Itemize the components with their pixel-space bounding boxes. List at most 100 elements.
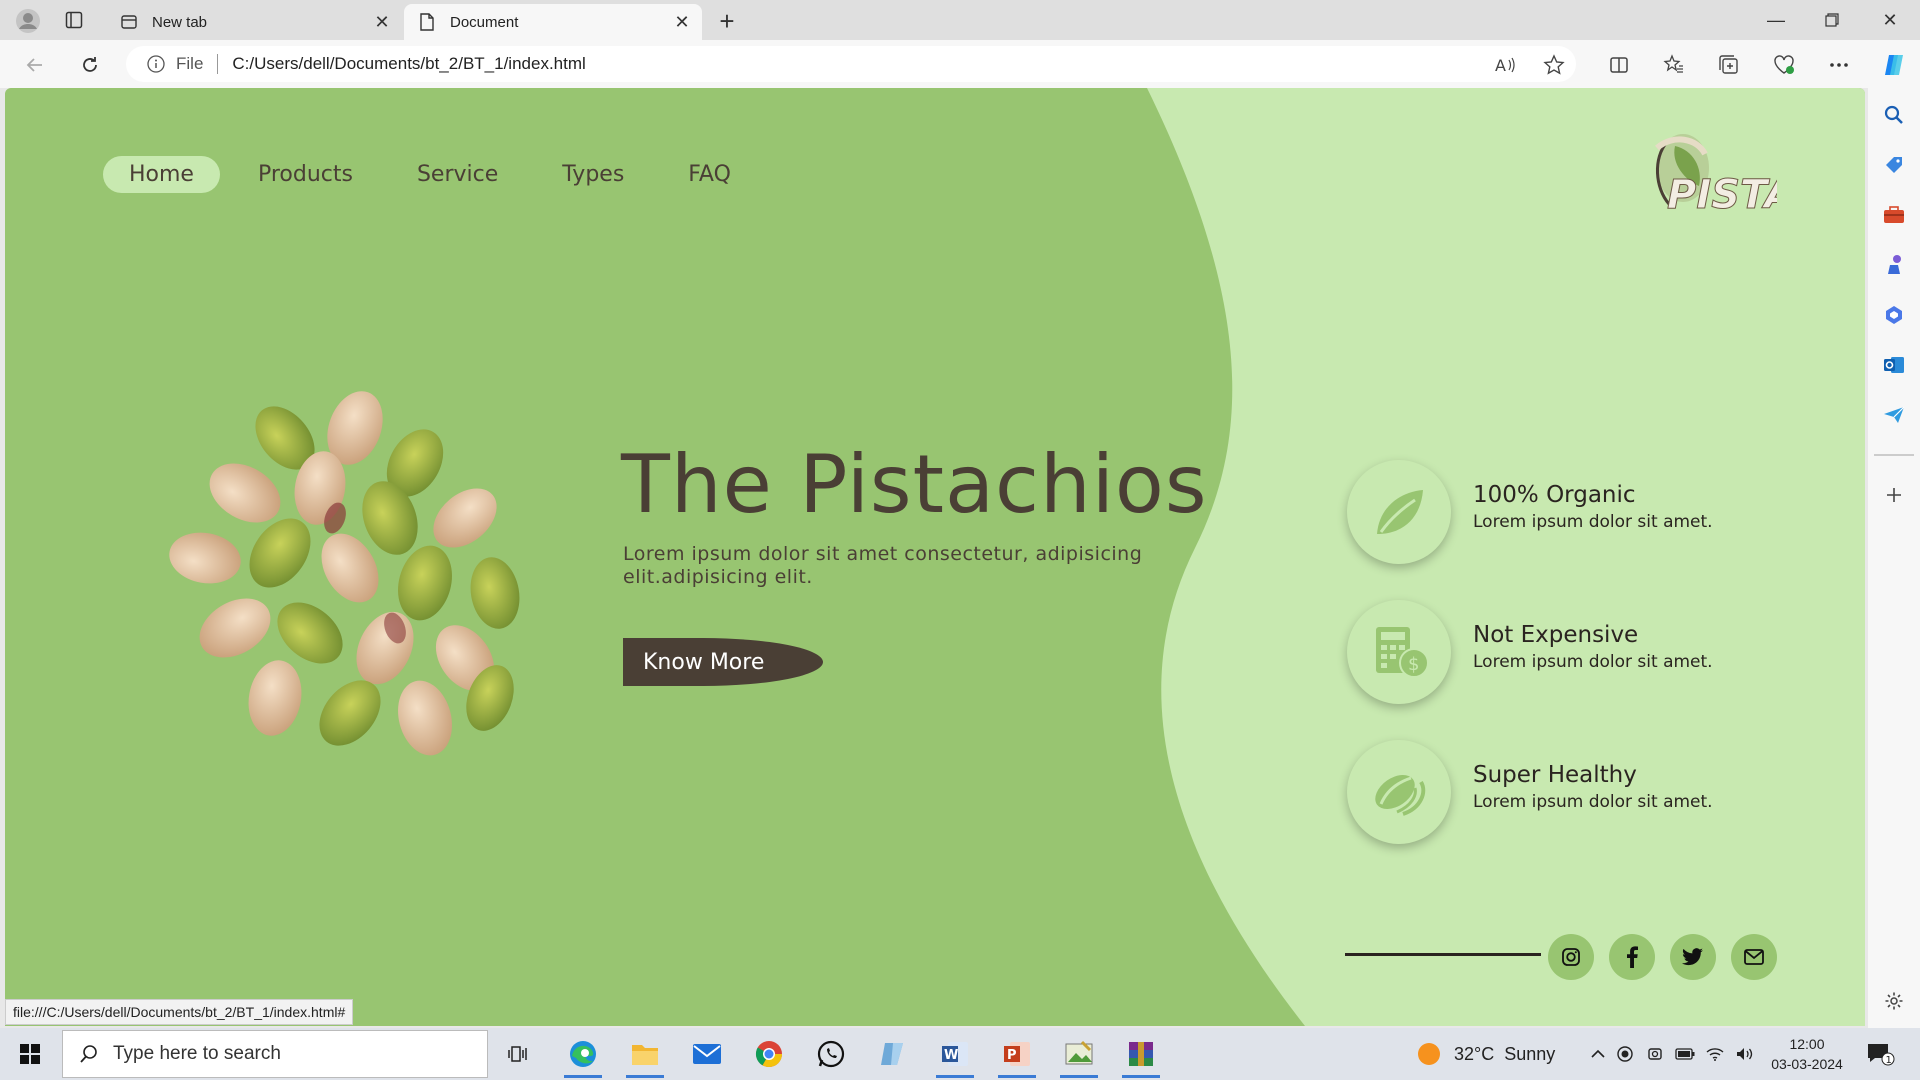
mail-app-icon[interactable] (680, 1030, 734, 1078)
svg-text:P: P (1007, 1048, 1017, 1063)
chrome-icon[interactable] (742, 1030, 796, 1078)
search-icon[interactable] (1881, 102, 1907, 128)
volume-icon[interactable] (1730, 1047, 1760, 1061)
split-screen-icon[interactable] (1604, 50, 1634, 80)
svg-text:A: A (1495, 56, 1506, 75)
browser-toolbar: File C:/Users/dell/Documents/bt_2/BT_1/i… (0, 40, 1920, 88)
nav-service[interactable]: Service (391, 156, 524, 193)
system-tray (1586, 1028, 1760, 1080)
new-tab-button[interactable]: + (712, 6, 742, 36)
more-options-icon[interactable] (1824, 50, 1854, 80)
nav-faq[interactable]: FAQ (662, 156, 757, 193)
close-window-button[interactable]: ✕ (1862, 0, 1918, 40)
tab-title: Document (450, 13, 519, 31)
tools-briefcase-icon[interactable] (1881, 202, 1907, 228)
tab-document[interactable]: Document ✕ (404, 4, 702, 40)
tab-actions-icon[interactable] (60, 8, 88, 32)
hero-title: The Pistachios (621, 438, 1208, 531)
chevron-up-icon[interactable] (1586, 1049, 1610, 1059)
edge-browser-icon[interactable] (556, 1030, 610, 1078)
send-paper-plane-icon[interactable] (1881, 402, 1907, 428)
back-icon[interactable] (20, 50, 50, 80)
browser-sidebar (1868, 88, 1920, 1028)
tab-strip: New tab ✕ Document ✕ + — ✕ (0, 0, 1920, 40)
feature-desc: Lorem ipsum dolor sit amet. (1473, 512, 1713, 532)
weather-temp: 32°C (1454, 1043, 1495, 1064)
favorites-icon[interactable] (1659, 50, 1689, 80)
collections-icon[interactable] (1714, 50, 1744, 80)
winrar-icon[interactable] (1114, 1030, 1168, 1078)
address-bar[interactable]: File C:/Users/dell/Documents/bt_2/BT_1/i… (126, 46, 1576, 82)
restore-button[interactable] (1804, 0, 1860, 40)
meet-camera-icon[interactable] (1640, 1046, 1670, 1062)
windows-start-icon[interactable] (0, 1028, 60, 1080)
word-icon[interactable]: W (928, 1030, 982, 1078)
clock-date: 03-03-2024 (1771, 1056, 1843, 1072)
copilot-icon[interactable] (1879, 50, 1909, 80)
nav-types[interactable]: Types (536, 156, 650, 193)
facebook-icon[interactable] (1609, 934, 1655, 980)
tab-title: New tab (152, 13, 208, 31)
clock[interactable]: 12:00 03-03-2024 (1770, 1034, 1844, 1074)
main-nav: Home Products Service Types FAQ (103, 156, 769, 193)
tab-new-tab[interactable]: New tab ✕ (106, 4, 402, 40)
games-chess-icon[interactable] (1881, 252, 1907, 278)
info-icon[interactable] (146, 54, 166, 74)
url-text[interactable]: C:/Users/dell/Documents/bt_2/BT_1/index.… (232, 54, 585, 74)
page-viewport: Home Products Service Types FAQ PISTA (5, 88, 1865, 1026)
sun-icon (1418, 1043, 1440, 1065)
nav-home[interactable]: Home (103, 156, 220, 193)
powerpoint-icon[interactable]: P (990, 1030, 1044, 1078)
close-tab-icon[interactable]: ✕ (672, 12, 692, 32)
search-placeholder: Type here to search (113, 1043, 281, 1064)
close-tab-icon[interactable]: ✕ (372, 12, 392, 32)
browser-essentials-icon[interactable] (1769, 50, 1799, 80)
read-aloud-icon[interactable]: A (1490, 50, 1520, 80)
svg-text:W: W (944, 1048, 958, 1063)
document-icon (418, 13, 436, 31)
feature-organic: 100% Organic Lorem ipsum dolor sit amet. (1347, 460, 1807, 564)
app-icon[interactable] (866, 1030, 920, 1078)
wifi-icon[interactable] (1700, 1047, 1730, 1061)
taskbar: Type here to search W P 32°C Sunny 12:00… (0, 1028, 1920, 1080)
feature-desc: Lorem ipsum dolor sit amet. (1473, 792, 1713, 812)
divider (217, 54, 219, 74)
svg-text:$: $ (1408, 654, 1419, 675)
pista-logo[interactable]: PISTA (1645, 128, 1796, 220)
minimize-button[interactable]: — (1748, 0, 1804, 40)
sidebar-settings-gear-icon[interactable] (1881, 988, 1907, 1014)
logo-text: PISTA (1667, 172, 1777, 218)
pistachio-image (145, 368, 555, 778)
task-view-icon[interactable] (492, 1030, 546, 1078)
clock-time: 12:00 (1789, 1036, 1825, 1052)
profile-icon[interactable] (12, 6, 44, 36)
social-divider (1345, 953, 1541, 956)
file-explorer-icon[interactable] (618, 1030, 672, 1078)
leaf-icon (1347, 460, 1451, 564)
add-sidebar-app-icon[interactable] (1881, 482, 1907, 508)
feature-title: 100% Organic (1473, 482, 1636, 508)
weather-widget[interactable]: 32°C Sunny (1418, 1028, 1555, 1080)
hero-description: Lorem ipsum dolor sit amet consectetur, … (623, 543, 1143, 588)
favorite-star-icon[interactable] (1539, 50, 1569, 80)
taskbar-search[interactable]: Type here to search (62, 1030, 488, 1078)
feature-title: Not Expensive (1473, 622, 1639, 648)
mail-icon[interactable] (1731, 934, 1777, 980)
shopping-tag-icon[interactable] (1881, 152, 1907, 178)
notifications-icon[interactable]: 1 (1866, 1028, 1896, 1080)
outlook-icon[interactable] (1881, 352, 1907, 378)
scheme-label: File (176, 54, 204, 73)
microsoft-365-icon[interactable] (1881, 302, 1907, 328)
nav-products[interactable]: Products (232, 156, 379, 193)
whatsapp-icon[interactable] (804, 1030, 858, 1078)
refresh-icon[interactable] (75, 50, 105, 80)
twitter-icon[interactable] (1670, 934, 1716, 980)
feature-desc: Lorem ipsum dolor sit amet. (1473, 652, 1713, 672)
record-icon[interactable] (1610, 1046, 1640, 1062)
image-app-icon[interactable] (1052, 1030, 1106, 1078)
battery-icon[interactable] (1670, 1048, 1700, 1060)
instagram-icon[interactable] (1548, 934, 1594, 980)
weather-condition: Sunny (1504, 1043, 1556, 1064)
search-icon (75, 1040, 103, 1068)
calculator-money-icon: $ (1347, 600, 1451, 704)
